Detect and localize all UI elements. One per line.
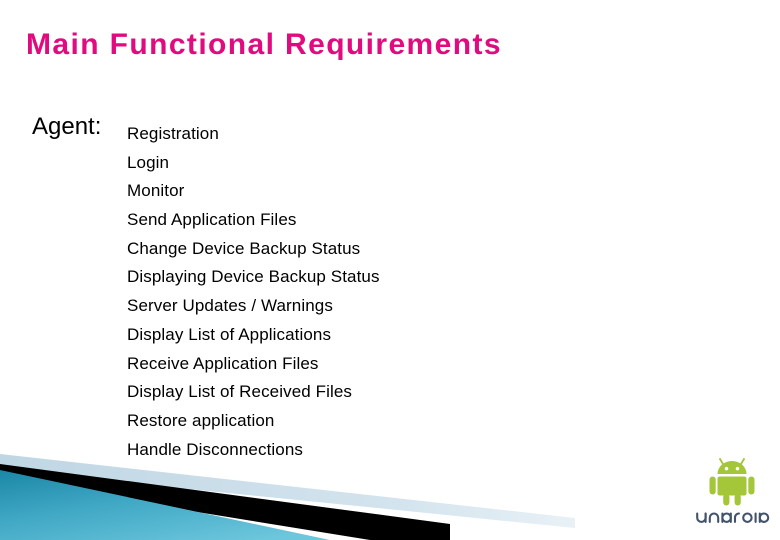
list-item: Handle Disconnections [127,439,303,459]
agent-section-label: Agent: [32,113,102,140]
list-item: Server Updates / Warnings [127,296,333,316]
list-item: Receive Application Files [127,353,319,373]
list-item: Send Application Files [127,210,297,230]
list-item: Monitor [127,181,185,201]
slide-canvas: Main Functional Requirements Agent: Regi… [0,0,780,540]
android-wordmark [696,512,770,523]
list-item: Change Device Backup Status [127,238,361,258]
requirements-list: Registration Login Monitor Send Applicat… [127,120,647,464]
content-body: Agent: Registration Login Monitor Send A… [0,0,780,470]
list-item: Registration [127,124,219,143]
list-item: Login [127,152,170,172]
android-logo [694,456,770,534]
list-item: Displaying Device Backup Status [127,267,380,287]
list-item: Restore application [127,410,275,430]
teal-gradient-band [0,470,330,540]
android-robot-icon [709,458,755,506]
black-stripe-band [0,464,450,540]
list-item: Display List of Applications [127,324,332,344]
list-item: Display List of Received Files [127,382,353,402]
